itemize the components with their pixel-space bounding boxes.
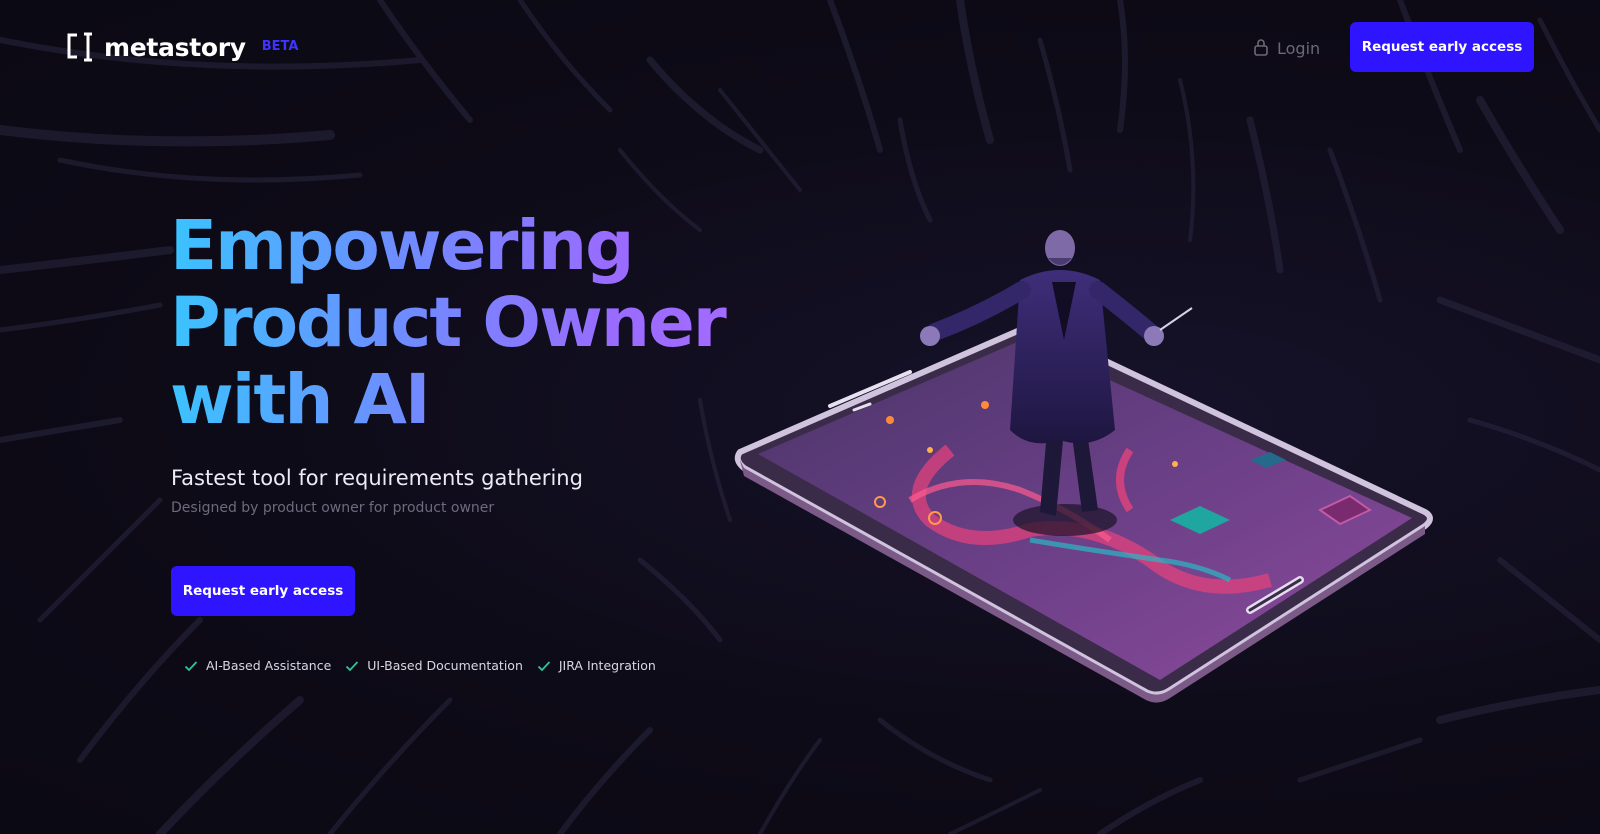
feature-label: UI-Based Documentation [367, 658, 523, 673]
feature-list: AI-Based Assistance UI-Based Documentati… [184, 658, 656, 673]
feature-label: AI-Based Assistance [206, 658, 332, 673]
header-request-access-button[interactable]: Request early access [1350, 22, 1534, 72]
landing-page: metastory BETA Login Request early acces… [0, 0, 1600, 834]
feature-item: AI-Based Assistance [184, 658, 331, 673]
feature-label: JIRA Integration [558, 658, 656, 673]
lock-icon [1254, 39, 1268, 56]
brand-name: metastory [104, 32, 246, 62]
brand-logo[interactable]: metastory BETA [66, 30, 298, 64]
check-icon [184, 660, 198, 671]
check-icon [346, 660, 359, 671]
logo-bracket-icon [67, 32, 92, 62]
feature-item: UI-Based Documentation [345, 658, 523, 673]
check-icon [537, 660, 551, 671]
hero-tagline: Designed by product owner for product ow… [171, 500, 495, 516]
hero-illustration [734, 230, 1433, 703]
beta-badge: BETA [261, 38, 299, 54]
hero-request-access-button[interactable]: Request early access [171, 566, 355, 616]
feature-item: JIRA Integration [537, 658, 656, 673]
login-label: Login [1277, 38, 1321, 58]
login-link[interactable]: Login [1253, 36, 1320, 60]
hero-subtitle: Fastest tool for requirements gathering [171, 466, 583, 490]
